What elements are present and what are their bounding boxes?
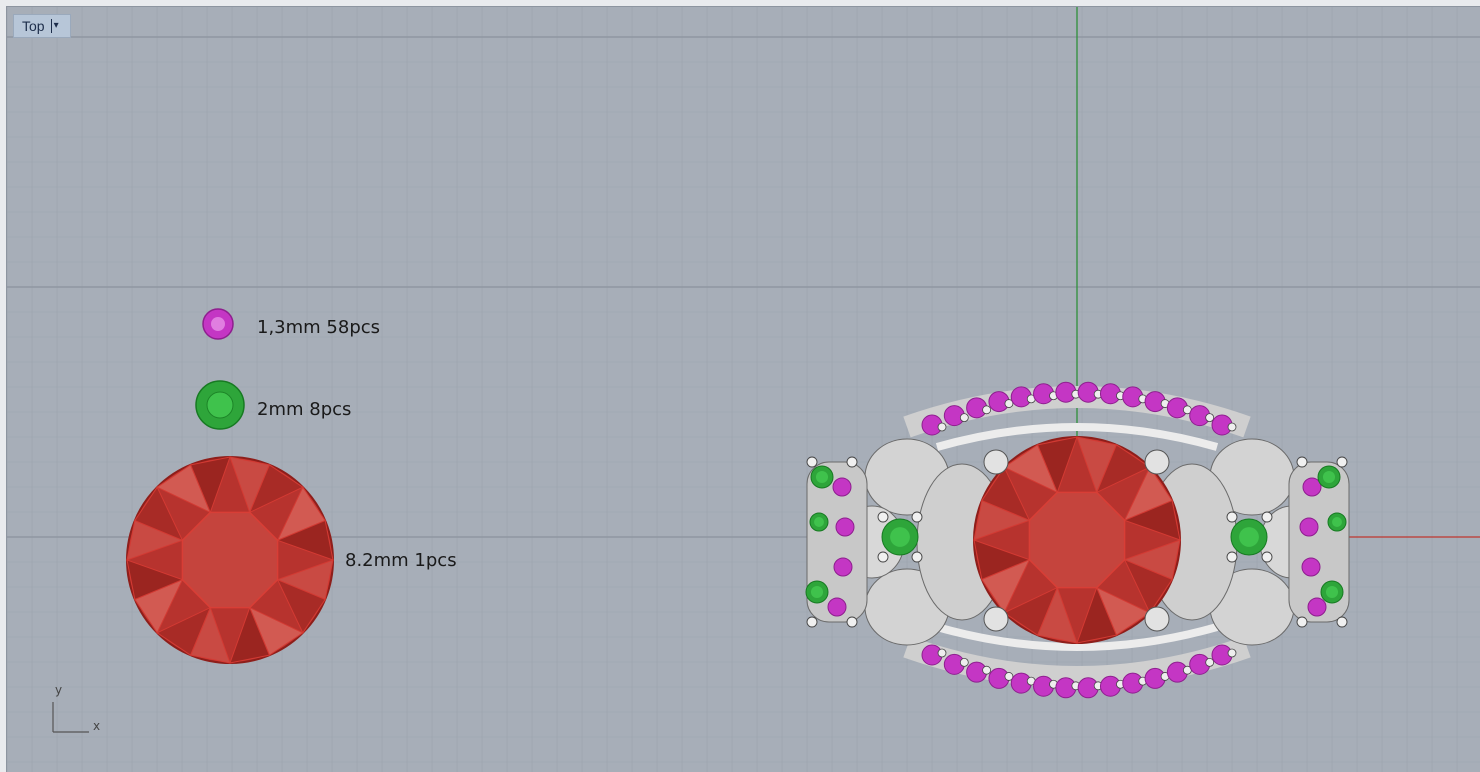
green-stone-icon bbox=[195, 380, 245, 430]
legend-label-green: 2mm 8pcs bbox=[257, 399, 352, 420]
ruby-stone-icon bbox=[126, 456, 334, 664]
pink-stone-icon bbox=[202, 308, 234, 340]
top-viewport[interactable]: Top ▾ 1,3mm 58pcs 2mm 8pcs 8.2mm 1pcs y … bbox=[6, 6, 1480, 772]
viewport-title-tab[interactable]: Top ▾ bbox=[13, 14, 71, 38]
legend-label-ruby: 8.2mm 1pcs bbox=[345, 550, 457, 571]
viewport-title-label[interactable]: Top bbox=[14, 18, 51, 34]
y-axis-label: y bbox=[55, 683, 63, 697]
chevron-down-icon[interactable]: ▾ bbox=[50, 19, 59, 33]
legend-label-pink: 1,3mm 58pcs bbox=[257, 317, 381, 338]
viewport-canvas[interactable] bbox=[7, 7, 1480, 772]
x-axis-label: x bbox=[93, 719, 101, 733]
